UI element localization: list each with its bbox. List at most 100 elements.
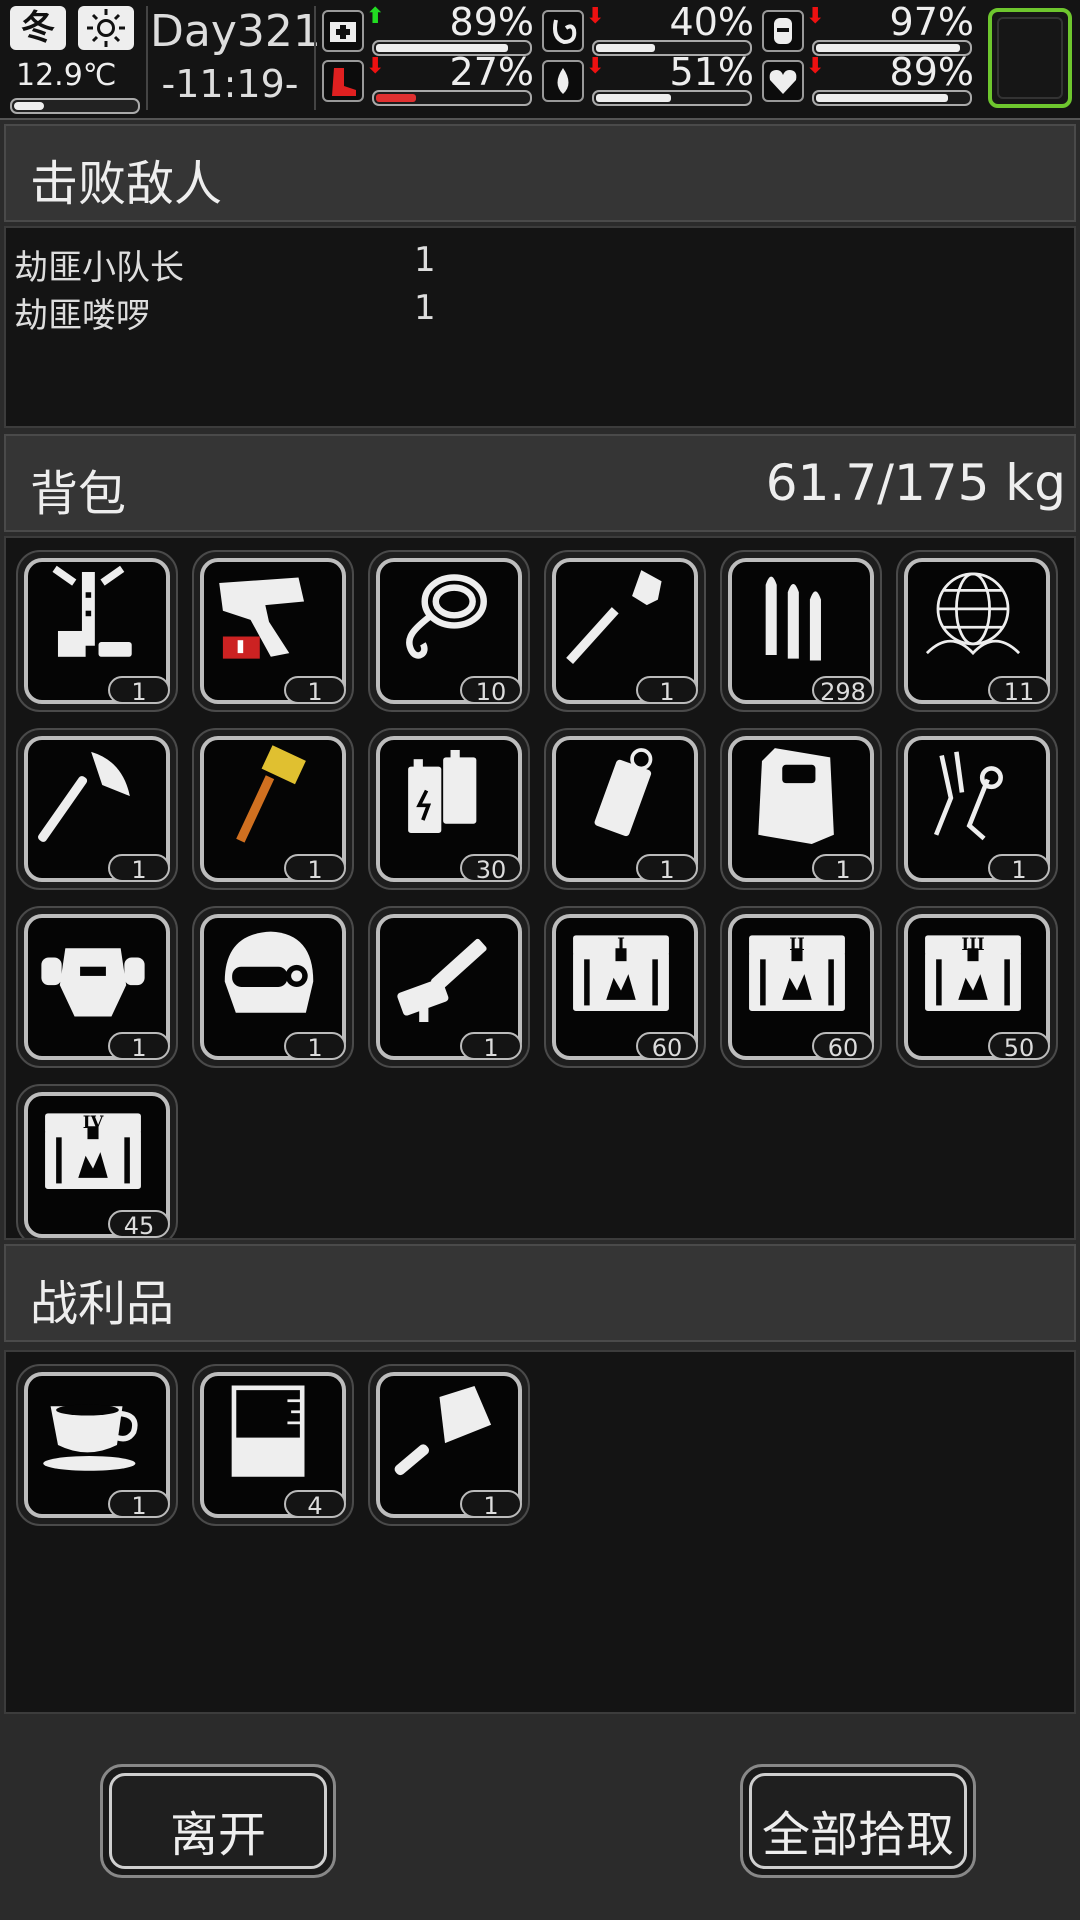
item-quantity: 1 — [636, 676, 698, 706]
trend-down-icon: ⬇ — [366, 54, 385, 79]
rope-icon — [406, 574, 487, 659]
enemy-name: 劫匪小队长 — [14, 248, 184, 288]
enemy-name: 劫匪喽啰 — [14, 296, 150, 336]
item-slot[interactable]: 1 — [16, 1364, 178, 1526]
grenade-icon — [594, 748, 653, 837]
beaker-icon — [231, 1385, 305, 1477]
enemy-row: 劫匪小队长 1 — [14, 240, 436, 289]
heart-icon — [762, 60, 804, 102]
stomach-icon — [542, 10, 584, 52]
stat-bar — [812, 90, 972, 106]
crate-iv-icon: IV — [45, 1112, 141, 1189]
cleaver-icon — [394, 1385, 492, 1476]
hammer-icon — [236, 745, 306, 843]
stat-value: 89% — [889, 50, 974, 94]
loot-header: 战利品 — [4, 1244, 1076, 1342]
take-all-button[interactable]: 全部拾取 — [740, 1764, 976, 1878]
divider — [146, 6, 148, 110]
net-icon — [925, 572, 1021, 656]
item-quantity: 1 — [108, 1032, 170, 1062]
divider — [314, 6, 316, 110]
flare-gun-icon — [219, 577, 305, 659]
item-slot[interactable]: I 60 — [544, 906, 706, 1068]
stat-value: 97% — [889, 0, 974, 44]
temperature-bar — [10, 98, 140, 114]
backpack-grid[interactable]: 1 1 10 1 298 11 1 1 30 1 1 1 1 1 1 I 60 II 60 III 50 IV 45 — [4, 536, 1076, 1240]
item-slot[interactable]: 4 — [192, 1364, 354, 1526]
item-quantity: 1 — [812, 854, 874, 884]
stat-health: ⬆ 89% — [322, 0, 540, 56]
item-slot[interactable]: 298 — [720, 550, 882, 712]
game-clock: -11:19- — [161, 62, 299, 106]
item-slot[interactable]: IV 45 — [16, 1084, 178, 1238]
minigun-icon — [397, 938, 487, 1023]
stat-bar-fill — [596, 44, 655, 52]
item-quantity: 1 — [284, 1032, 346, 1062]
item-slot[interactable]: 1 — [192, 906, 354, 1068]
trend-down-icon: ⬇ — [586, 4, 605, 29]
season-badge: 冬 — [10, 6, 66, 50]
item-quantity: 30 — [460, 854, 522, 884]
defeated-header: 击败敌人 — [4, 124, 1076, 222]
stat-bar — [592, 90, 752, 106]
stat-hunger: ⬇ 40% — [542, 0, 760, 56]
item-quantity: 10 — [460, 676, 522, 706]
crate-i-icon: I — [573, 934, 669, 1011]
boot-icon — [322, 60, 364, 102]
item-quantity: 60 — [812, 1032, 874, 1062]
item-slot[interactable]: 1 — [16, 728, 178, 890]
item-quantity: 1 — [284, 676, 346, 706]
trend-up-icon: ⬆ — [366, 4, 385, 29]
backpack-title: 背包 — [30, 466, 127, 522]
stat-bar-fill — [596, 94, 671, 102]
item-slot[interactable]: 1 — [896, 728, 1058, 890]
stat-bar — [372, 90, 532, 106]
defeated-list: 劫匪小队长 1 劫匪喽啰 1 — [4, 226, 1076, 428]
enemy-count: 1 — [414, 288, 436, 328]
leave-button-label: 离开 — [169, 1807, 266, 1863]
stat-bar-fill — [376, 94, 416, 102]
trend-down-icon: ⬇ — [586, 54, 605, 79]
item-slot[interactable]: 1 — [368, 1364, 530, 1526]
item-quantity: 1 — [108, 854, 170, 884]
temperature-readout: 12.9℃ — [16, 58, 117, 93]
item-slot[interactable]: 10 — [368, 550, 530, 712]
svg-text:IV: IV — [83, 1112, 105, 1132]
crate-iii-icon: III — [925, 934, 1021, 1011]
stat-value: 51% — [669, 50, 754, 94]
status-bar: 冬 12.9℃ Day321 -11:19- ⬆ 89% ⬇ 40% ⬇ 97% ⬇ 27% ⬇… — [0, 0, 1080, 120]
item-slot[interactable]: 1 — [368, 906, 530, 1068]
stat-stamina: ⬇ 27% — [322, 50, 540, 106]
riot-shield-icon — [758, 748, 834, 845]
vest-icon — [762, 10, 804, 52]
leave-button[interactable]: 离开 — [100, 1764, 336, 1878]
item-slot[interactable]: III 50 — [896, 906, 1058, 1068]
item-slot[interactable]: 11 — [896, 550, 1058, 712]
item-quantity: 1 — [636, 854, 698, 884]
claw-gauntlet-icon — [933, 751, 1003, 841]
item-slot[interactable]: II 60 — [720, 906, 882, 1068]
item-slot[interactable]: 1 — [544, 728, 706, 890]
medkit-icon — [322, 10, 364, 52]
svg-text:III: III — [961, 934, 984, 954]
temperature-bar-fill — [14, 102, 44, 110]
item-slot[interactable]: 1 — [192, 728, 354, 890]
stat-bar-fill — [816, 94, 948, 102]
coffee-cup-icon — [43, 1404, 138, 1471]
svg-text:I: I — [617, 934, 625, 954]
item-slot[interactable]: 1 — [16, 906, 178, 1068]
loot-grid[interactable]: 1 4 1 — [4, 1350, 1076, 1714]
item-slot[interactable]: 1 — [16, 550, 178, 712]
stat-value: 40% — [669, 0, 754, 44]
item-slot[interactable]: 1 — [192, 550, 354, 712]
item-quantity: 1 — [108, 1490, 170, 1520]
item-slot[interactable]: 1 — [544, 550, 706, 712]
axe-icon — [38, 751, 130, 842]
battery-icon — [408, 749, 477, 833]
equipment-slot[interactable] — [988, 8, 1072, 108]
item-quantity: 298 — [812, 676, 874, 706]
item-quantity: 50 — [988, 1032, 1050, 1062]
item-slot[interactable]: 30 — [368, 728, 530, 890]
stat-value: 89% — [449, 0, 534, 44]
item-slot[interactable]: 1 — [720, 728, 882, 890]
